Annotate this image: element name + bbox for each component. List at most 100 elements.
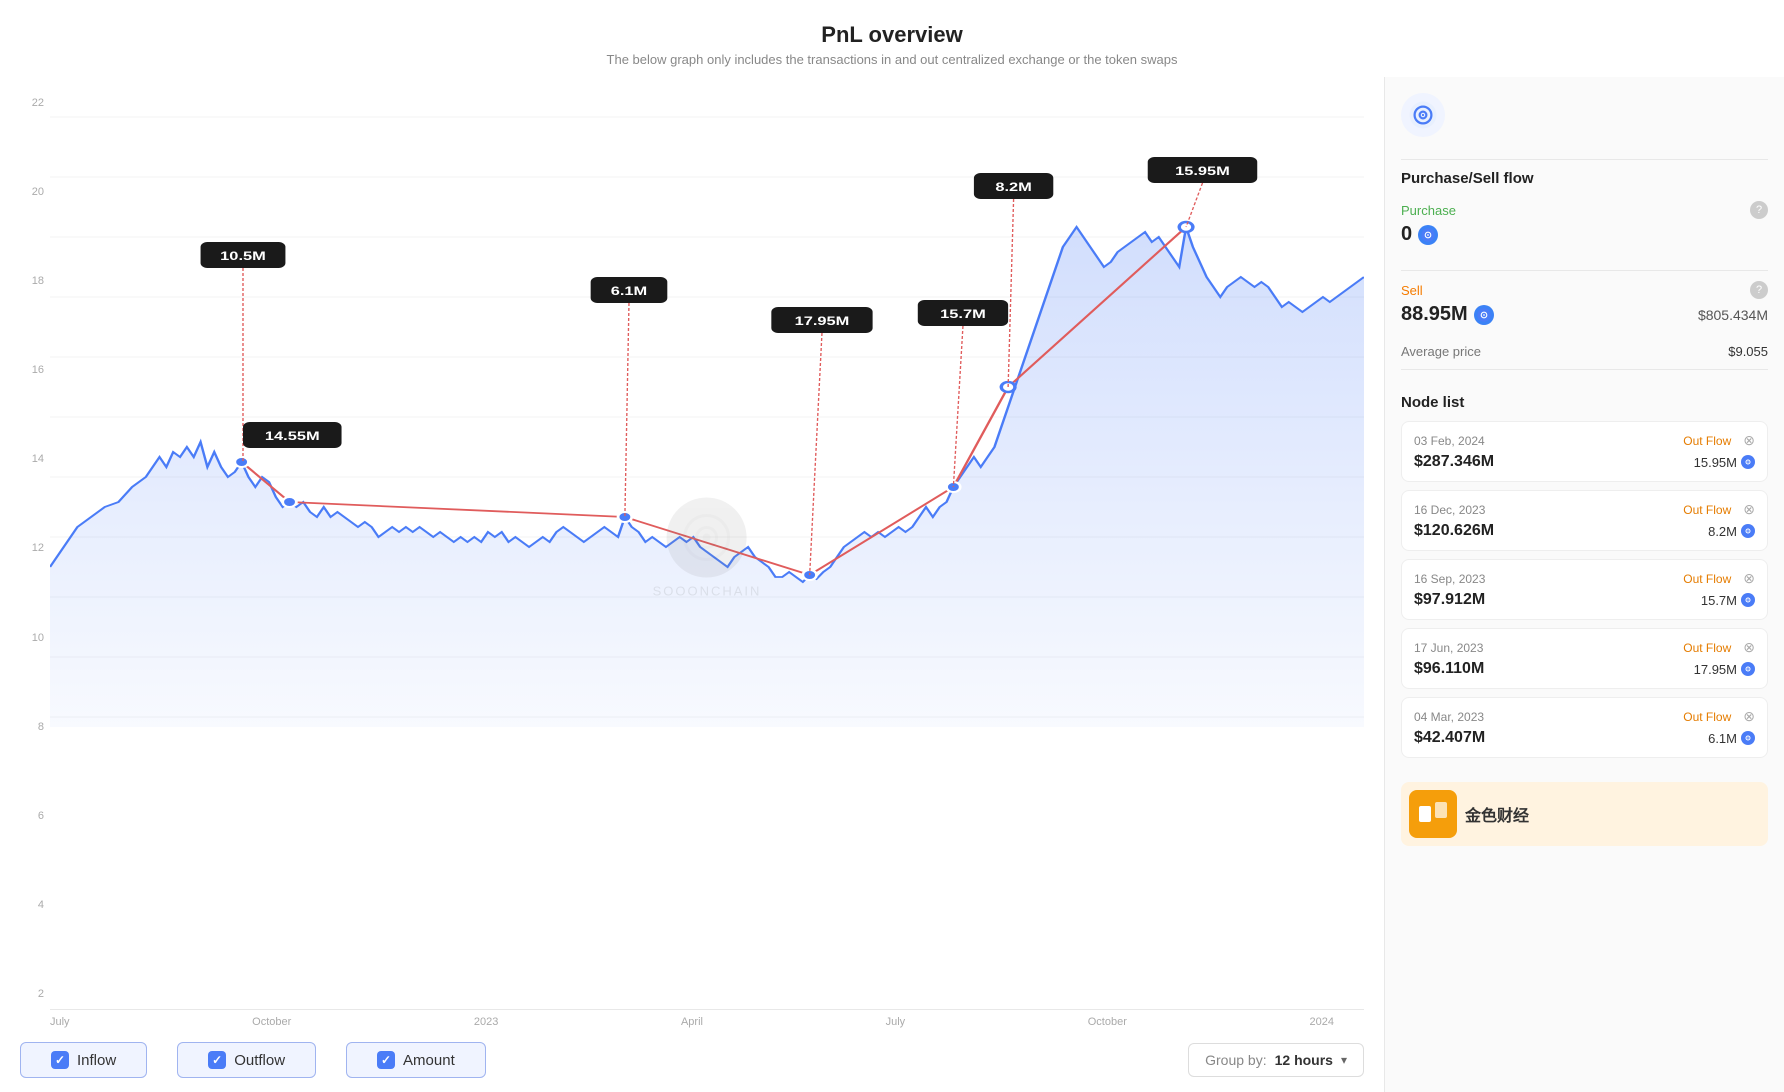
sell-usd-value: $805.434M [1698,307,1768,323]
purchase-label: Purchase [1401,203,1456,218]
y-axis: 22 20 18 16 14 12 10 8 6 4 2 [20,87,44,1010]
inflow-checkbox[interactable] [51,1051,69,1069]
purchase-value: 0 [1401,223,1438,246]
divider-1 [1401,159,1768,160]
node-token-value: 17.95M [1694,662,1755,677]
chart-canvas: SOOONCHAIN [50,87,1364,1010]
token-badge-icon [1741,593,1755,607]
y-label-6: 6 [20,810,44,822]
avg-price-label: Average price [1401,344,1481,359]
y-label-12: 12 [20,542,44,554]
y-label-16: 16 [20,364,44,376]
chevron-down-icon: ▾ [1341,1053,1347,1067]
y-label-22: 22 [20,97,44,109]
token-badge-icon [1741,731,1755,745]
x-label-october: October [252,1016,291,1028]
svg-text:10.5M: 10.5M [220,250,266,263]
node-token-value: 15.7M [1701,593,1755,608]
divider-3 [1401,369,1768,370]
svg-text:15.95M: 15.95M [1175,165,1230,178]
node-item: 17 Jun, 2023 Out Flow ⊗ $96.110M 17.95M [1401,628,1768,689]
x-label-2023: 2023 [474,1016,498,1028]
purchase-sell-title: Purchase/Sell flow [1401,170,1768,187]
avg-price-value: $9.055 [1728,344,1768,359]
chart-section: 22 20 18 16 14 12 10 8 6 4 2 [0,77,1384,1092]
y-label-10: 10 [20,632,44,644]
svg-text:15.7M: 15.7M [940,308,986,321]
outflow-checkbox[interactable] [208,1051,226,1069]
node-usd-value: $120.626M [1414,522,1494,540]
svg-text:17.95M: 17.95M [795,315,850,328]
node-token-value: 6.1M [1708,731,1755,746]
node-flow-badge: Out Flow [1683,503,1731,517]
node-item: 16 Sep, 2023 Out Flow ⊗ $97.912M 15.7M [1401,559,1768,620]
node-list: 03 Feb, 2024 Out Flow ⊗ $287.346M 15.95M… [1401,421,1768,766]
y-label-20: 20 [20,186,44,198]
y-label-8: 8 [20,721,44,733]
y-label-14: 14 [20,453,44,465]
avg-price-row: Average price $9.055 [1401,344,1768,359]
hide-icon[interactable]: ⊗ [1743,639,1755,656]
legend-outflow[interactable]: Outflow [177,1042,316,1078]
brand-text: 金色财经 [1465,802,1529,826]
sell-coin-icon [1474,305,1494,325]
legend-amount[interactable]: Amount [346,1042,486,1078]
node-usd-value: $287.346M [1414,453,1494,471]
node-date: 16 Dec, 2023 [1414,503,1485,517]
purchase-question[interactable]: ? [1750,201,1768,219]
y-label-18: 18 [20,275,44,287]
legend-inflow[interactable]: Inflow [20,1042,147,1078]
y-label-2: 2 [20,988,44,1000]
node-item: 04 Mar, 2023 Out Flow ⊗ $42.407M 6.1M [1401,697,1768,758]
page-title: PnL overview [0,22,1784,48]
x-label-april: April [681,1016,703,1028]
node-token-value: 15.95M [1694,455,1755,470]
inflow-label: Inflow [77,1052,116,1069]
node-flow-badge: Out Flow [1683,572,1731,586]
svg-text:14.55M: 14.55M [265,430,320,443]
outflow-label: Outflow [234,1052,285,1069]
page-header: PnL overview The below graph only includ… [0,0,1784,77]
hide-icon[interactable]: ⊗ [1743,432,1755,449]
node-date: 04 Mar, 2023 [1414,710,1484,724]
node-item: 03 Feb, 2024 Out Flow ⊗ $287.346M 15.95M [1401,421,1768,482]
y-label-4: 4 [20,899,44,911]
hide-icon[interactable]: ⊗ [1743,570,1755,587]
group-by-selector[interactable]: Group by: 12 hours ▾ [1188,1043,1364,1077]
right-panel: Purchase/Sell flow Purchase ? 0 [1384,77,1784,1092]
node-flow-badge: Out Flow [1683,641,1731,655]
x-axis: July October 2023 April July October 202… [20,1010,1364,1028]
node-usd-value: $97.912M [1414,591,1485,609]
page-wrapper: PnL overview The below graph only includ… [0,0,1784,1092]
group-by-prefix: Group by: [1205,1052,1266,1068]
node-list-title: Node list [1401,394,1768,411]
chart-legend: Inflow Outflow Amount Group by: 12 hours… [20,1028,1364,1092]
node-flow-badge: Out Flow [1683,710,1731,724]
svg-text:8.2M: 8.2M [995,181,1032,194]
node-date: 17 Jun, 2023 [1414,641,1483,655]
x-label-july2: July [886,1016,906,1028]
node-date: 03 Feb, 2024 [1414,434,1485,448]
node-usd-value: $42.407M [1414,729,1485,747]
x-label-october2: October [1088,1016,1127,1028]
branding-area: 金色财经 [1401,782,1768,846]
divider-2 [1401,270,1768,271]
amount-label: Amount [403,1052,455,1069]
svg-text:6.1M: 6.1M [611,285,648,298]
brand-icon [1409,790,1457,838]
sell-label: Sell [1401,283,1423,298]
node-token-value: 8.2M [1708,524,1755,539]
purchase-row: Purchase ? 0 [1401,201,1768,246]
token-badge-icon [1741,455,1755,469]
hide-icon[interactable]: ⊗ [1743,501,1755,518]
amount-checkbox[interactable] [377,1051,395,1069]
node-flow-badge: Out Flow [1683,434,1731,448]
sell-value: 88.95M [1401,303,1494,326]
sell-row: Sell ? 88.95M $805.43 [1401,281,1768,326]
group-by-value: 12 hours [1275,1052,1333,1068]
x-label-2024: 2024 [1309,1016,1333,1028]
token-badge-icon [1741,524,1755,538]
chart-svg: 10.5M 14.55M 6.1M 17.95M [50,87,1364,737]
sell-question[interactable]: ? [1750,281,1768,299]
hide-icon[interactable]: ⊗ [1743,708,1755,725]
